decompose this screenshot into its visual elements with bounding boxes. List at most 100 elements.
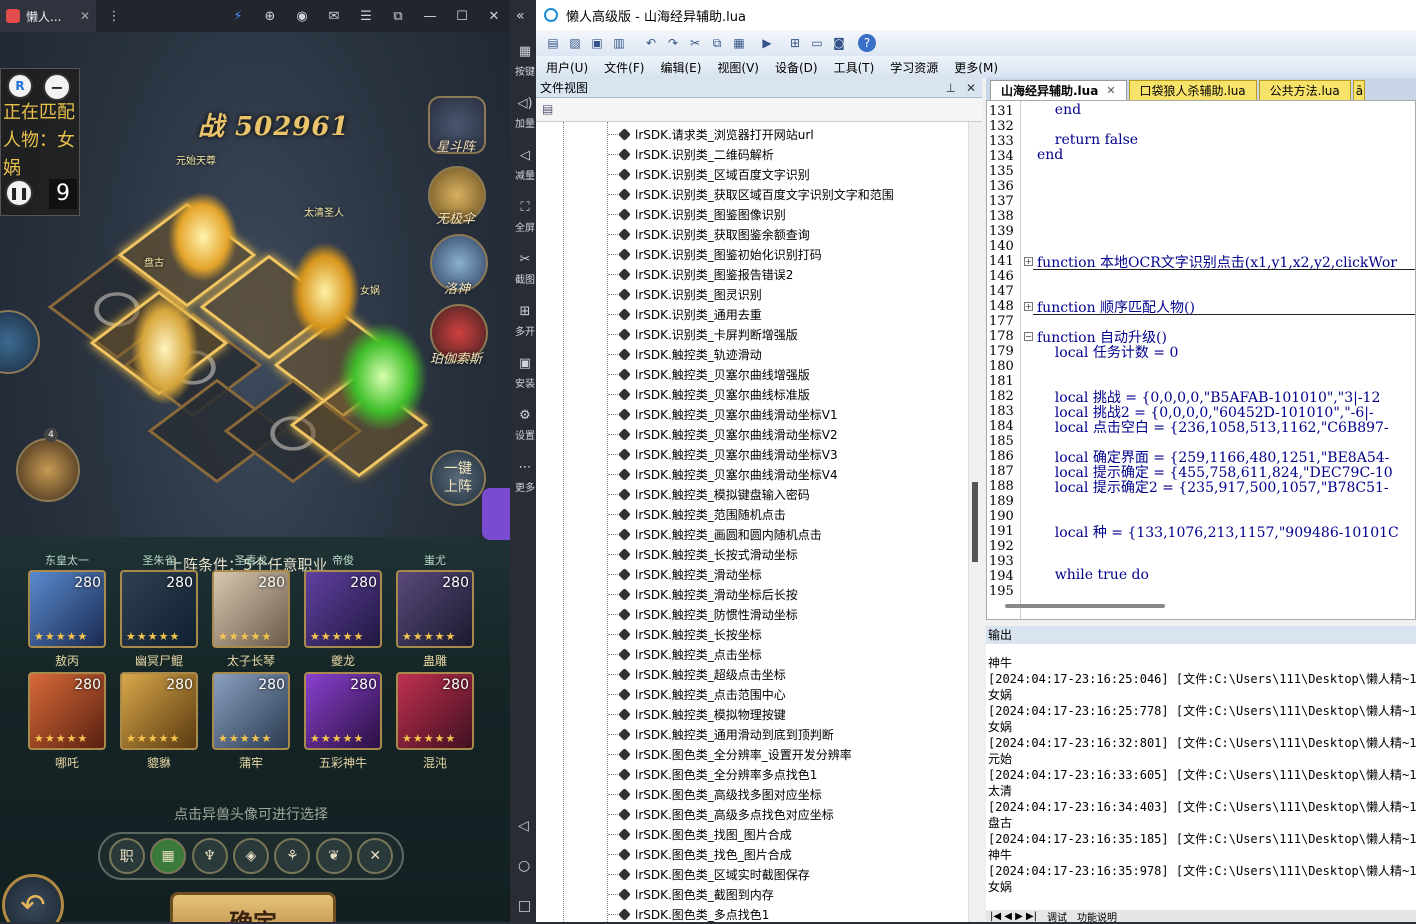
tree-item[interactable]: lrSDK.图色类_高级多点找色对应坐标 xyxy=(608,804,834,824)
output-nav-icon[interactable]: |◀ ◀ ▶ ▶| xyxy=(990,911,1037,922)
close-icon[interactable]: ✕ xyxy=(478,0,510,32)
tree-item[interactable]: lrSDK.图色类_高级找多图对应坐标 xyxy=(608,784,822,804)
tab-common-methods[interactable]: 公共方法.lua xyxy=(1258,80,1351,100)
tree-item[interactable]: lrSDK.触控类_滑动坐标 xyxy=(608,564,762,584)
android-recent-icon[interactable]: □ xyxy=(518,898,531,914)
new-file-icon[interactable]: ▤ xyxy=(544,34,562,52)
tree-item[interactable]: lrSDK.图色类_全分辨率_设置开发分辨率 xyxy=(608,744,852,764)
beast-card[interactable]: 280 ★★★★★ xyxy=(120,672,198,750)
tree-item[interactable]: lrSDK.触控类_贝塞尔曲线滑动坐标V1 xyxy=(608,404,838,424)
tree-item[interactable]: lrSDK.请求类_浏览器打开网站url xyxy=(608,124,814,144)
collapse-sidebar-icon[interactable]: « xyxy=(516,8,525,24)
filter-shield-button[interactable]: ◈ xyxy=(232,838,269,874)
tree-item[interactable]: lrSDK.触控类_贝塞尔曲线标准版 xyxy=(608,384,810,404)
stop-icon[interactable]: 9 xyxy=(49,179,77,209)
tree-item[interactable]: lrSDK.识别类_区域百度文字识别 xyxy=(608,164,810,184)
tree-item[interactable]: lrSDK.触控类_画圆和圆内随机点击 xyxy=(608,524,822,544)
tree-item[interactable]: lrSDK.触控类_点击坐标 xyxy=(608,644,762,664)
help-icon[interactable]: ? xyxy=(858,34,876,52)
tree-item[interactable]: lrSDK.识别类_图鉴图像识别 xyxy=(608,204,786,224)
tree-item[interactable]: lrSDK.图色类_找图_图片合成 xyxy=(608,824,792,844)
tree-scroll-thumb[interactable] xyxy=(972,482,978,562)
tree-scrollbar[interactable] xyxy=(968,122,982,922)
tree-item[interactable]: lrSDK.识别类_图鉴报告错误2 xyxy=(608,264,793,284)
fold-toggle-icon[interactable]: − xyxy=(1024,332,1033,341)
tree-item[interactable]: lrSDK.识别类_二维码解析 xyxy=(608,144,774,164)
tree-item[interactable]: lrSDK.触控类_模拟键盘输入密码 xyxy=(608,484,810,504)
tree-item[interactable]: lrSDK.触控类_长按式滑动坐标 xyxy=(608,544,798,564)
user-icon[interactable]: ◉ xyxy=(286,0,318,32)
tab-werewolf-script[interactable]: 口袋狼人杀辅助.lua xyxy=(1128,80,1257,100)
tab-function-doc[interactable]: 功能说明 xyxy=(1077,909,1117,924)
tree-item[interactable]: lrSDK.触控类_模拟物理按键 xyxy=(608,704,786,724)
fold-toggle-icon[interactable]: + xyxy=(1024,257,1033,266)
left-skill-button[interactable] xyxy=(0,310,40,374)
confirm-button[interactable]: 确定 xyxy=(170,892,336,922)
menu-user[interactable]: 用户(U) xyxy=(546,59,588,76)
pin-icon[interactable]: ⊥ xyxy=(945,81,955,95)
tab-overflow[interactable]: ā xyxy=(1352,80,1365,100)
tree-item[interactable]: lrSDK.识别类_图灵识别 xyxy=(608,284,762,304)
gamepad-icon[interactable]: ⊕ xyxy=(254,0,286,32)
tree-item[interactable]: lrSDK.识别类_获取区域百度文字识别文字和范围 xyxy=(608,184,894,204)
menu-view[interactable]: 视图(V) xyxy=(717,59,759,76)
beast-card[interactable]: 280 ★★★★★ xyxy=(304,672,382,750)
tree-item[interactable]: lrSDK.触控类_滑动坐标后长按 xyxy=(608,584,798,604)
refresh-tree-icon[interactable]: ▤ xyxy=(542,102,553,116)
menu-device[interactable]: 设备(D) xyxy=(775,59,818,76)
filter-trident-button[interactable]: ♆ xyxy=(191,838,228,874)
paste-icon[interactable]: ▦ xyxy=(730,34,748,52)
tree-item[interactable]: lrSDK.触控类_贝塞尔曲线增强版 xyxy=(608,364,810,384)
fold-toggle-icon[interactable]: + xyxy=(1024,302,1033,311)
tree-item[interactable]: lrSDK.图色类_全分辨率多点找色1 xyxy=(608,764,817,784)
tree-item[interactable]: lrSDK.触控类_防惯性滑动坐标 xyxy=(608,604,798,624)
tree-item[interactable]: lrSDK.触控类_通用滑动到底到顶判断 xyxy=(608,724,834,744)
beast-card[interactable]: 280 ★★★★★ xyxy=(212,570,290,648)
tab-debug[interactable]: 调试 xyxy=(1047,909,1067,924)
menu-file[interactable]: 文件(F) xyxy=(604,59,644,76)
minimize-icon[interactable]: — xyxy=(414,0,446,32)
android-home-icon[interactable]: ○ xyxy=(518,858,530,874)
beast-card[interactable]: 280 ★★★★★ xyxy=(396,570,474,648)
capture-icon[interactable]: ▭ xyxy=(808,34,826,52)
restore-icon[interactable]: ⧉ xyxy=(382,0,414,32)
hero-figure[interactable] xyxy=(290,242,360,342)
minus-icon[interactable]: − xyxy=(43,73,71,101)
compass-button[interactable] xyxy=(16,438,80,502)
cut-icon[interactable]: ✂ xyxy=(686,34,704,52)
tree-item[interactable]: lrSDK.触控类_范围随机点击 xyxy=(608,504,786,524)
beast-card[interactable]: 280 ★★★★★ xyxy=(396,672,474,750)
tree-item[interactable]: lrSDK.图色类_找色_图片合成 xyxy=(608,844,792,864)
undo-icon[interactable]: ↶ xyxy=(642,34,660,52)
menu-edit[interactable]: 编辑(E) xyxy=(660,59,701,76)
tab-main-script[interactable]: 山海经异辅助.lua ✕ xyxy=(990,80,1127,100)
copy-icon[interactable]: ⧉ xyxy=(708,34,726,52)
filter-lotus-button[interactable]: ⚘ xyxy=(274,838,311,874)
hero-figure[interactable] xyxy=(338,322,428,432)
tree-item[interactable]: lrSDK.触控类_贝塞尔曲线滑动坐标V3 xyxy=(608,444,838,464)
one-key-deploy-button[interactable]: 一键 上阵 xyxy=(430,450,486,506)
tree-item[interactable]: lrSDK.触控类_点击范围中心 xyxy=(608,684,786,704)
code-editor[interactable]: 131 132 133 134 135 136 137 138 139 140 141 146 147 1… xyxy=(986,100,1416,620)
filter-all-button[interactable]: 职 xyxy=(108,838,145,874)
menu-icon[interactable]: ☰ xyxy=(350,0,382,32)
filter-cross-button[interactable]: ✕ xyxy=(357,838,394,874)
run-icon[interactable]: ▶ xyxy=(758,34,776,52)
tree-item[interactable]: lrSDK.触控类_轨迹滑动 xyxy=(608,344,762,364)
beast-card[interactable]: 280 ★★★★★ xyxy=(28,570,106,648)
redo-icon[interactable]: ↷ xyxy=(664,34,682,52)
tree-item[interactable]: lrSDK.识别类_获取图鉴余额查询 xyxy=(608,224,810,244)
camera-icon[interactable]: ◙ xyxy=(830,34,848,52)
editor-hscrollbar[interactable] xyxy=(1005,604,1165,608)
tree-item[interactable]: lrSDK.图色类_区域实时截图保存 xyxy=(608,864,810,884)
tree-item[interactable]: lrSDK.图色类_多点找色1 xyxy=(608,904,769,922)
floating-tool-button[interactable] xyxy=(482,488,510,540)
more-icon[interactable]: ⋮ xyxy=(98,0,130,32)
filter-leaf-button[interactable]: ❦ xyxy=(315,838,352,874)
android-back-icon[interactable]: ◁ xyxy=(518,818,529,834)
menu-learning[interactable]: 学习资源 xyxy=(890,59,938,76)
hero-figure[interactable] xyxy=(132,294,198,404)
tree-item[interactable]: lrSDK.触控类_贝塞尔曲线滑动坐标V2 xyxy=(608,424,838,444)
tree-item[interactable]: lrSDK.识别类_卡屏判断增强版 xyxy=(608,324,798,344)
tree-item[interactable]: lrSDK.触控类_超级点击坐标 xyxy=(608,664,786,684)
